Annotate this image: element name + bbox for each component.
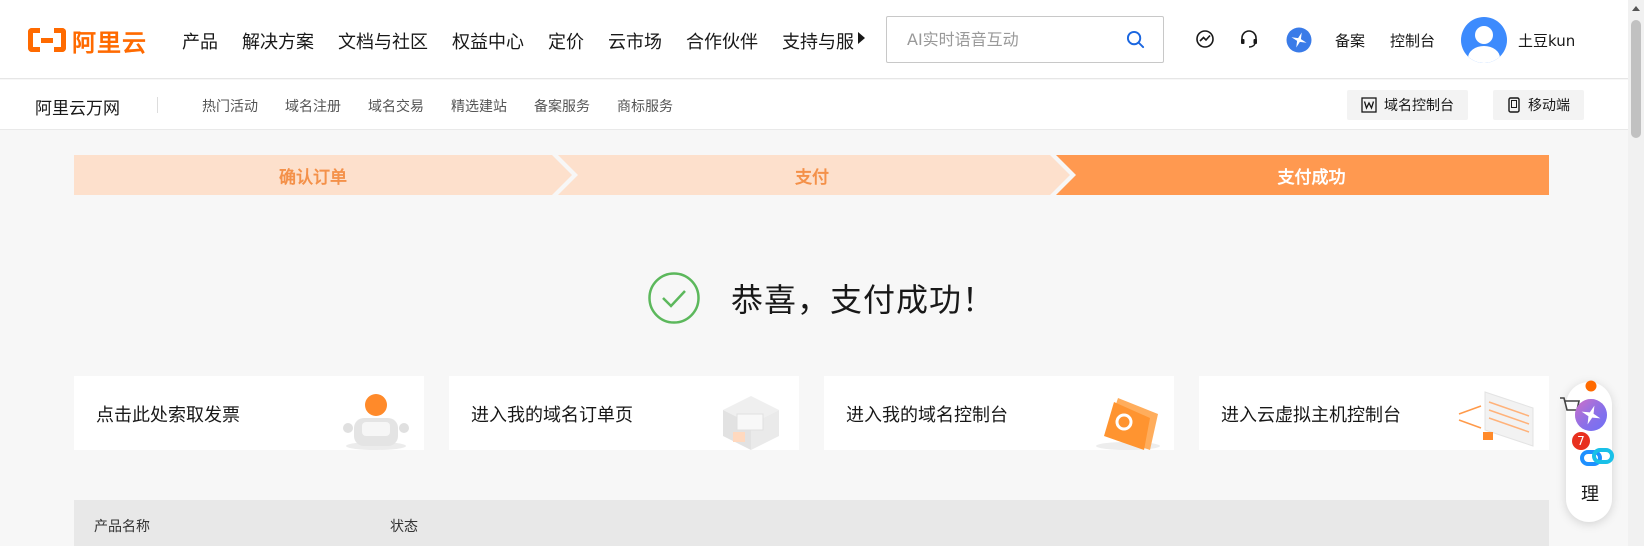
column-status: 状态 <box>390 519 418 535</box>
beian-link[interactable]: 备案 <box>1335 30 1365 51</box>
username[interactable]: 土豆kun <box>1518 30 1575 51</box>
domain-console-card[interactable]: 进入我的域名控制台 <box>824 376 1174 450</box>
notification-dot-icon <box>1585 380 1597 392</box>
search-icon[interactable] <box>1126 30 1145 49</box>
main-nav: 产品 解决方案 文档与社区 权益中心 定价 云市场 合作伙伴 支持与服务 <box>182 28 854 54</box>
subnav-item-register[interactable]: 域名注册 <box>285 96 341 116</box>
subnav-item-hot[interactable]: 热门活动 <box>202 96 258 116</box>
order-table-header: 产品名称 状态 <box>74 500 1549 546</box>
subnav-item-beian[interactable]: 备案服务 <box>534 96 590 116</box>
link-chain-icon[interactable] <box>1580 444 1614 472</box>
mobile-icon <box>1508 97 1520 113</box>
console-link[interactable]: 控制台 <box>1390 30 1435 51</box>
nav-item-products[interactable]: 产品 <box>182 28 218 54</box>
check-circle-icon <box>648 272 700 324</box>
scrollbar-thumb[interactable] <box>1631 20 1641 138</box>
server-illustration-icon <box>1458 391 1534 447</box>
aliyun-logo[interactable]: 阿里云 <box>28 26 147 57</box>
domain-console-label: 域名控制台 <box>1384 98 1454 114</box>
scroll-up-arrow-icon[interactable] <box>1632 6 1640 11</box>
starburst-icon[interactable] <box>1286 27 1312 53</box>
column-product-name: 产品名称 <box>94 519 150 535</box>
step-payment: 支付 <box>795 167 829 188</box>
sub-header: 阿里云万网 热门活动 域名注册 域名交易 精选建站 备案服务 商标服务 域名控制… <box>0 80 1628 130</box>
domain-order-card[interactable]: 进入我的域名订单页 <box>449 376 799 450</box>
assistant-starburst-icon[interactable] <box>1574 398 1608 432</box>
nav-item-support[interactable]: 支持与服务 <box>782 28 854 54</box>
site-title[interactable]: 阿里云万网 <box>35 94 120 119</box>
step-confirm-order: 确认订单 <box>279 167 347 188</box>
nav-more-arrow-icon[interactable] <box>858 32 865 44</box>
sub-nav: 热门活动 域名注册 域名交易 精选建站 备案服务 商标服务 <box>202 96 700 116</box>
float-label[interactable]: 理 <box>1581 480 1599 506</box>
virtual-host-console-card[interactable]: 进入云虚拟主机控制台 <box>1199 376 1549 450</box>
subnav-item-trade[interactable]: 域名交易 <box>368 96 424 116</box>
invoice-card[interactable]: 点击此处索取发票 <box>74 376 424 450</box>
subnav-item-trademark[interactable]: 商标服务 <box>617 96 673 116</box>
robot-illustration-icon <box>343 394 409 450</box>
card-label: 点击此处索取发票 <box>96 405 240 426</box>
order-box-illustration-icon <box>723 396 779 450</box>
nav-item-solutions[interactable]: 解决方案 <box>242 28 314 54</box>
nav-item-partners[interactable]: 合作伙伴 <box>686 28 758 54</box>
nav-item-benefits[interactable]: 权益中心 <box>452 28 524 54</box>
search-box <box>886 16 1164 63</box>
mobile-button[interactable]: 移动端 <box>1493 90 1584 120</box>
nav-item-docs[interactable]: 文档与社区 <box>338 28 428 54</box>
dashboard-icon[interactable] <box>1194 28 1216 50</box>
avatar-icon[interactable] <box>1461 17 1507 63</box>
card-label: 进入云虚拟主机控制台 <box>1221 405 1401 426</box>
search-input[interactable] <box>887 17 1107 62</box>
success-message: 恭喜，支付成功！ <box>731 281 996 319</box>
nav-item-marketplace[interactable]: 云市场 <box>608 28 662 54</box>
mobile-label: 移动端 <box>1528 98 1570 114</box>
card-label: 进入我的域名控制台 <box>846 405 1008 426</box>
progress-steps: 确认订单 支付 支付成功 <box>74 155 1549 195</box>
domain-console-button[interactable]: 域名控制台 <box>1347 90 1468 120</box>
web-icon <box>1361 97 1377 113</box>
logo-text: 阿里云 <box>72 28 147 57</box>
step-payment-success: 支付成功 <box>1277 167 1346 188</box>
success-banner: 恭喜，支付成功！ <box>647 271 995 325</box>
top-header: 阿里云 产品 解决方案 文档与社区 权益中心 定价 云市场 合作伙伴 支持与服务… <box>0 0 1628 79</box>
page-scrollbar[interactable] <box>1628 0 1644 546</box>
divider <box>157 97 158 113</box>
console-tag-illustration-icon <box>1096 398 1160 450</box>
subnav-item-build[interactable]: 精选建站 <box>451 96 507 116</box>
headset-icon[interactable] <box>1238 28 1260 50</box>
logo-mark-icon <box>28 28 66 52</box>
card-label: 进入我的域名订单页 <box>471 405 633 426</box>
nav-item-pricing[interactable]: 定价 <box>548 28 584 54</box>
